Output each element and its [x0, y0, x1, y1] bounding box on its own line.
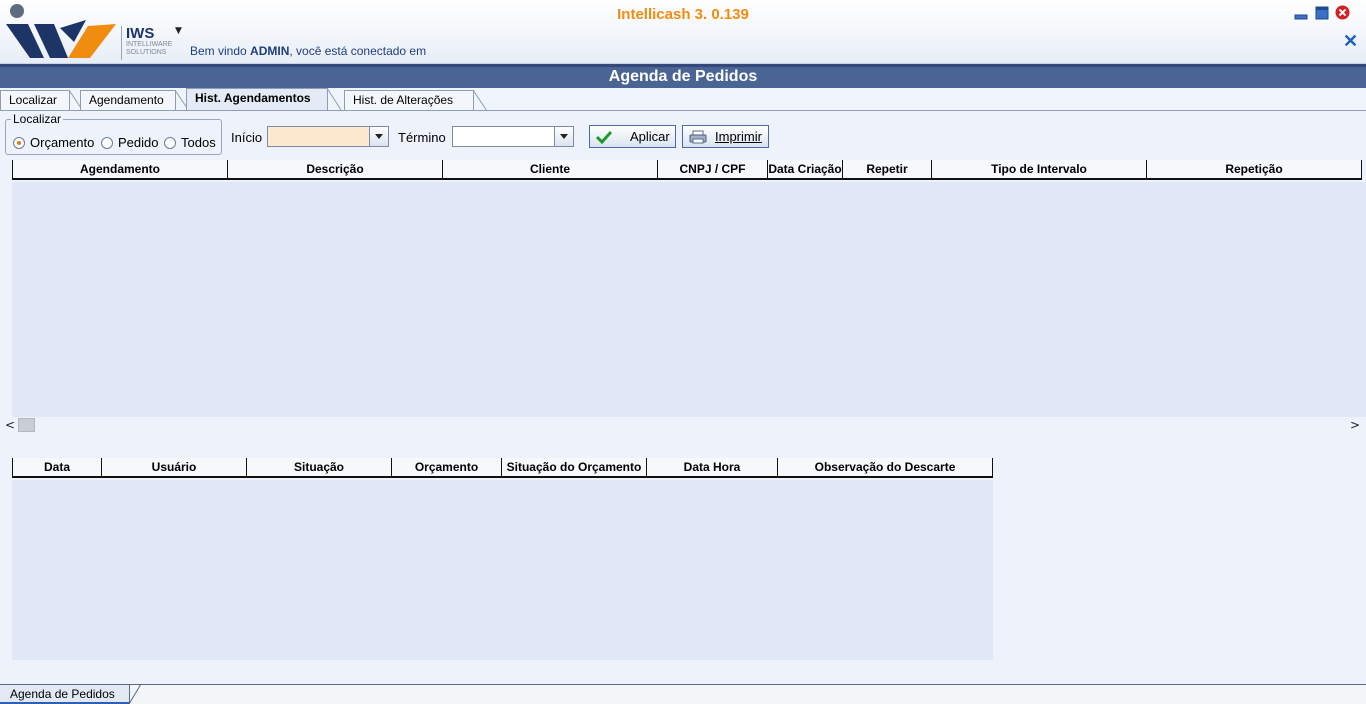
- column-header[interactable]: Data Criação: [768, 160, 843, 178]
- module-title-bar: Agenda de Pedidos: [0, 64, 1366, 88]
- tab-content-panel: Localizar Orçamento Pedido Todos Início …: [0, 110, 1366, 684]
- app-header: IWS INTELLIWARE SOLUTIONS ▼ Intellicash …: [0, 0, 1366, 64]
- column-header[interactable]: Cliente: [443, 160, 658, 178]
- minimize-icon: [1294, 14, 1307, 19]
- horizontal-scrollbar[interactable]: < >: [0, 417, 1366, 434]
- termino-date-picker[interactable]: [452, 126, 574, 147]
- window-taskbar: Agenda de Pedidos: [0, 684, 1366, 704]
- logged-user: ADMIN: [250, 44, 290, 58]
- column-header[interactable]: Data Hora: [647, 458, 778, 476]
- close-button[interactable]: [1335, 5, 1350, 20]
- inicio-label: Início: [231, 130, 263, 145]
- scroll-thumb[interactable]: [18, 418, 35, 432]
- tab-hist-alteracoes[interactable]: Hist. de Alterações: [344, 90, 487, 111]
- maximize-icon: [1315, 6, 1328, 19]
- column-header[interactable]: Situação do Orçamento: [502, 458, 647, 476]
- tab-localizar[interactable]: Localizar: [0, 90, 83, 111]
- close-circle-icon: [1335, 5, 1350, 20]
- maximize-button[interactable]: [1314, 5, 1329, 20]
- tab-strip: Localizar Agendamento Hist. Agendamentos…: [0, 88, 1366, 111]
- column-header[interactable]: Orçamento: [392, 458, 502, 476]
- dropdown-arrow-icon[interactable]: [554, 127, 573, 146]
- column-header[interactable]: CNPJ / CPF: [658, 160, 768, 178]
- minimize-button[interactable]: [1293, 5, 1308, 20]
- logo-wordmark: IWS INTELLIWARE SOLUTIONS: [121, 26, 173, 60]
- app-title: Intellicash 3. 0.139: [617, 6, 749, 23]
- column-header[interactable]: Usuário: [102, 458, 247, 476]
- menu-dropdown-icon[interactable]: ▼: [175, 26, 182, 36]
- column-header[interactable]: Observação do Descarte: [778, 458, 993, 476]
- radio-unselected-icon: [164, 136, 176, 149]
- radio-pedido[interactable]: Pedido: [101, 135, 158, 150]
- localizar-group: Localizar Orçamento Pedido Todos: [5, 112, 222, 155]
- print-button[interactable]: Imprimir: [682, 125, 769, 148]
- radio-orcamento[interactable]: Orçamento: [13, 135, 94, 150]
- close-module-icon[interactable]: ✕: [1343, 31, 1358, 52]
- radio-todos[interactable]: Todos: [164, 135, 216, 150]
- dropdown-arrow-icon[interactable]: [369, 127, 388, 146]
- radio-selected-icon: [13, 136, 25, 149]
- column-header[interactable]: Situação: [247, 458, 392, 476]
- column-header[interactable]: Data: [12, 458, 102, 476]
- iws-logo: [6, 4, 116, 58]
- scroll-left-icon[interactable]: <: [5, 418, 15, 432]
- printer-icon: [689, 130, 707, 144]
- history-grid-header: Data Usuário Situação Orçamento Situação…: [12, 458, 993, 478]
- welcome-message: Bem vindo ADMIN, você está conectado em: [190, 44, 427, 58]
- column-header[interactable]: Tipo de Intervalo: [932, 160, 1147, 178]
- inicio-date-picker[interactable]: [267, 126, 389, 147]
- tab-hist-agendamentos[interactable]: Hist. Agendamentos: [186, 88, 341, 110]
- checkmark-icon: [596, 130, 612, 144]
- apply-button[interactable]: Aplicar: [589, 125, 676, 148]
- scroll-right-icon[interactable]: >: [1350, 418, 1360, 432]
- column-header[interactable]: Repetir: [843, 160, 932, 178]
- tab-agendamento[interactable]: Agendamento: [80, 90, 189, 111]
- module-title: Agenda de Pedidos: [608, 68, 758, 85]
- schedule-grid-header: Agendamento Descrição Cliente CNPJ / CPF…: [12, 160, 1362, 180]
- termino-label: Término: [398, 130, 446, 145]
- history-grid-body[interactable]: [12, 480, 993, 660]
- taskbar-tab-agenda-pedidos[interactable]: Agenda de Pedidos: [0, 684, 141, 704]
- schedule-grid-body[interactable]: [12, 182, 1366, 417]
- column-header[interactable]: Agendamento: [12, 160, 228, 178]
- radio-unselected-icon: [101, 136, 113, 149]
- column-header[interactable]: Repetição: [1147, 160, 1362, 178]
- localizar-group-label: Localizar: [11, 112, 64, 126]
- column-header[interactable]: Descrição: [228, 160, 443, 178]
